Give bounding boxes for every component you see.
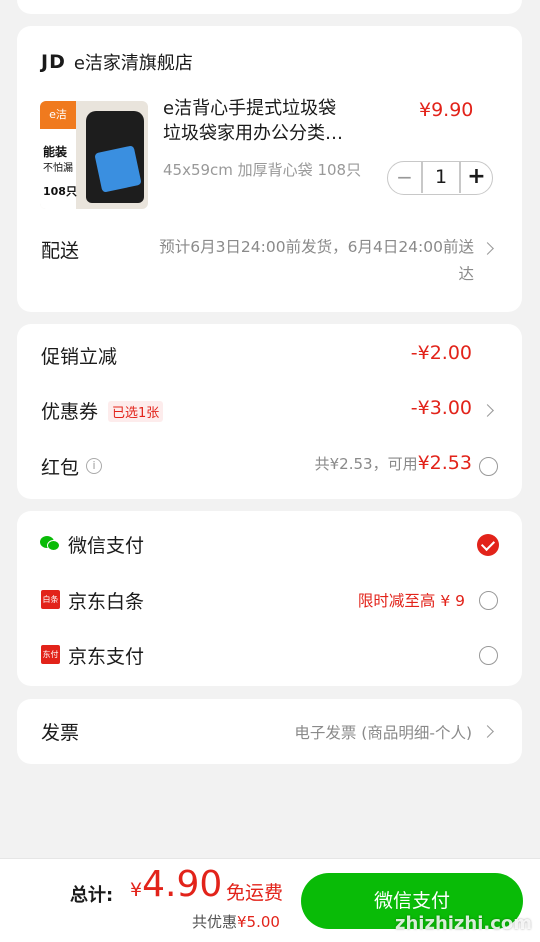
product-title[interactable]: e洁背心手提式垃圾袋 垃圾袋家用办公分类… [163,96,393,146]
checkout-bar: 总计: ¥4.90 免运费 共优惠¥5.00 微信支付 zhizhizhi.co… [0,858,540,942]
check-icon[interactable] [477,534,499,556]
coupon-badge: 已选1张 [108,401,164,422]
invoice-label: 发票 [41,722,80,744]
delivery-row[interactable]: 配送 预计6月3日24:00前发货，6月4日24:00前送 达 [17,226,522,296]
wechat-icon [40,536,60,552]
product-image[interactable]: e洁 能装 不怕漏 108只 [40,101,148,209]
red-packet-row[interactable]: 红包 i 共¥2.53，可用¥2.53 [17,448,522,484]
payment-option-jdpay[interactable]: 东付 京东支付 [17,636,522,674]
quantity-input[interactable]: 1 [423,162,459,193]
total-label: 总计: [70,885,114,906]
product-spec: 45x59cm 加厚背心袋 108只 [163,161,362,179]
store-header[interactable]: JD e洁家清旗舰店 [41,48,193,76]
total-discount: 共优惠¥5.00 [192,913,280,931]
delivery-estimate: 预计6月3日24:00前发货，6月4日24:00前送 达 [159,238,474,283]
invoice-card[interactable]: 发票 电子发票 (商品明细-个人) [17,699,522,764]
jdpay-icon: 东付 [41,645,60,664]
product-price: ¥9.90 [419,99,474,121]
chevron-right-icon [481,242,494,255]
jdpay-label: 京东支付 [68,646,145,668]
wechat-pay-label: 微信支付 [68,535,145,557]
jd-logo: JD [41,51,66,73]
discount-card: 促销立减 -¥2.00 优惠券 已选1张 -¥3.00 红包 i 共¥2.53，… [17,324,522,499]
chevron-right-icon [481,404,494,417]
jdpay-radio[interactable] [479,646,498,665]
info-icon[interactable]: i [86,458,102,474]
red-packet-text: 共¥2.53，可用¥2.53 [314,452,472,474]
image-text: 不怕漏 [43,163,73,174]
total-price: ¥4.90 [130,864,223,905]
delivery-label: 配送 [41,240,80,262]
promo-row: 促销立减 -¥2.00 [17,338,522,374]
top-card-partial [17,0,522,14]
brand-tag: e洁 [40,101,76,129]
coupon-row[interactable]: 优惠券 已选1张 -¥3.00 [17,392,522,428]
coupon-value: -¥3.00 [410,397,472,419]
red-packet-radio[interactable] [479,457,498,476]
quantity-stepper: − 1 + [387,161,493,195]
order-card: JD e洁家清旗舰店 e洁 能装 不怕漏 108只 e洁背心手提式垃圾袋 垃圾袋… [17,26,522,312]
coupon-label: 优惠券 [41,401,99,423]
red-packet-label: 红包 [41,457,80,479]
payment-option-wechat[interactable]: 微信支付 [17,525,522,563]
decrease-button[interactable]: − [388,162,421,193]
store-name: e洁家清旗舰店 [73,53,193,74]
increase-button[interactable]: + [461,162,492,193]
baitiao-promo: 限时减至高 ¥ 9 [357,592,465,610]
free-shipping: 免运费 [226,882,284,904]
baitiao-icon: 白条 [41,590,60,609]
promo-label: 促销立减 [41,346,118,368]
baitiao-label: 京东白条 [68,591,145,613]
image-text: 能装 [43,145,68,159]
baitiao-radio[interactable] [479,591,498,610]
chevron-right-icon [481,725,494,738]
watermark: zhizhizhi.com [395,913,533,934]
bag-illustration [94,145,142,193]
image-count: 108只 [43,185,77,198]
payment-card: 微信支付 白条 京东白条 限时减至高 ¥ 9 东付 京东支付 [17,511,522,686]
payment-option-baitiao[interactable]: 白条 京东白条 限时减至高 ¥ 9 [17,581,522,619]
invoice-value: 电子发票 (商品明细-个人) [294,724,472,742]
promo-value: -¥2.00 [410,342,472,364]
